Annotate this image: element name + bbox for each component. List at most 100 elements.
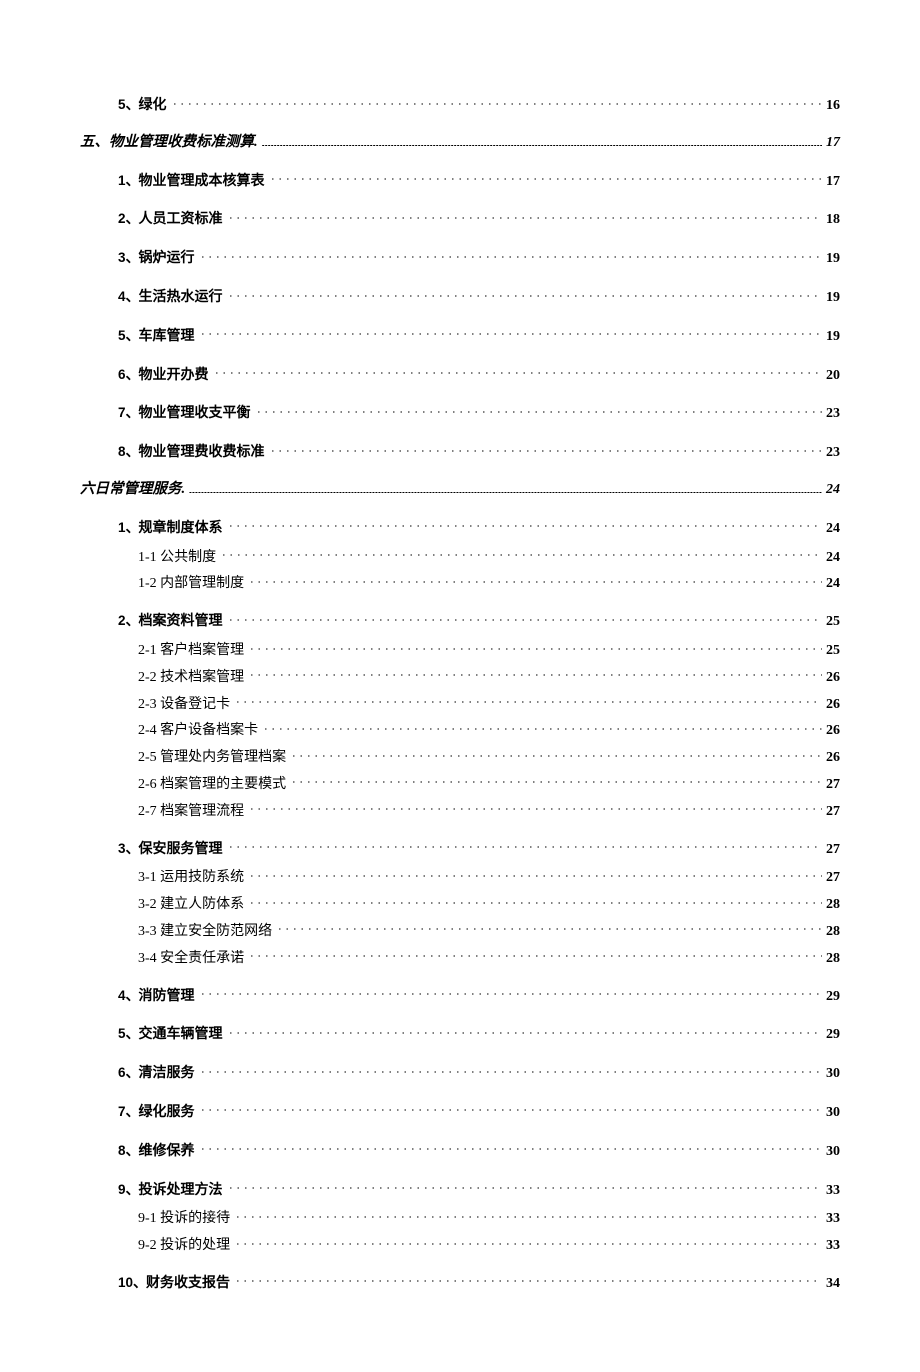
toc-leader [290,747,822,761]
toc-sub-group: 1-1 公共制度24 1-2 内部管理制度24 [138,547,840,594]
toc-sub-item: 2-5 管理处内务管理档案26 [138,747,840,767]
toc-item: 7、绿化服务30 [118,1102,840,1122]
toc-leader [199,1063,822,1077]
toc-sub-item: 9-1 投诉的接待33 [138,1208,840,1228]
toc-entry-label: 4、生活热水运行 [118,289,223,307]
toc-leader [248,894,822,908]
toc-entry-label: 10、财务收支报告 [118,1275,230,1293]
toc-leader [171,95,822,109]
toc-page: 5、绿化16五、物业管理收费标准测算.171、物业管理成本核算表172、人员工资… [0,0,920,1372]
toc-leader [248,948,822,962]
toc-leader [248,667,822,681]
toc-item: 6、物业开办费20 [118,365,840,385]
toc-entry-label: 五、物业管理收费标准测算. [80,134,258,151]
toc-page-number: 17 [826,135,840,152]
toc-leader [269,442,822,456]
toc-entry-label: 2-4 客户设备档案卡 [138,723,258,740]
toc-page-number: 28 [826,924,840,941]
toc-page-number: 30 [826,1105,840,1122]
toc-page-number: 26 [826,723,840,740]
toc-sub-item: 1-1 公共制度24 [138,547,840,567]
toc-entry-label: 3-4 安全责任承诺 [138,951,244,968]
toc-page-number: 27 [826,804,840,821]
toc-leader [262,145,822,146]
toc-leader [227,1024,822,1038]
toc-entry-label: 9-2 投诉的处理 [138,1238,230,1255]
toc-entry-label: 1、规章制度体系 [118,520,223,538]
toc-section-heading: 五、物业管理收费标准测算. 17 [80,134,840,152]
toc-leader [290,774,822,788]
toc-leader [269,171,822,185]
toc-entry-label: 2、档案资料管理 [118,613,223,631]
toc-entry-label: 2-7 档案管理流程 [138,804,244,821]
toc-sub-item: 2-3 设备登记卡26 [138,694,840,714]
toc-leader [276,921,822,935]
toc-entry-label: 2-1 客户档案管理 [138,643,244,660]
toc-page-number: 27 [826,870,840,887]
toc-sub-item: 1-2 内部管理制度24 [138,573,840,593]
toc-entry-label: 9、投诉处理方法 [118,1182,223,1200]
toc-entry-label: 3、保安服务管理 [118,841,223,859]
toc-page-number: 30 [826,1066,840,1083]
toc-item: 4、生活热水运行19 [118,287,840,307]
toc-leader [199,248,822,262]
toc-sub-item: 2-1 客户档案管理25 [138,640,840,660]
toc-sub-item: 2-4 客户设备档案卡 26 [138,720,840,740]
toc-page-number: 30 [826,1144,840,1161]
toc-entry-label: 3-2 建立人防体系 [138,897,244,914]
toc-leader [220,547,822,561]
toc-sub-item: 3-4 安全责任承诺 28 [138,948,840,968]
toc-leader [234,1273,822,1287]
toc-entry-label: 8、维修保养 [118,1143,195,1161]
toc-entry-label: 2-2 技术档案管理 [138,670,244,687]
toc-leader [248,801,822,815]
toc-entry-label: 7、物业管理收支平衡 [118,405,251,423]
toc-sub-group: 2-1 客户档案管理25 2-2 技术档案管理 26 2-3 设备登记卡26 2-4 客… [138,640,840,821]
toc-page-number: 24 [826,550,840,567]
toc-leader [189,492,822,493]
toc-page-number: 23 [826,406,840,423]
toc-sub-item: 3-2 建立人防体系28 [138,894,840,914]
toc-page-number: 28 [826,951,840,968]
toc-entry-label: 5、交通车辆管理 [118,1026,223,1044]
toc-item: 3、锅炉运行19 [118,248,840,268]
toc-item: 8、物业管理费收费标准23 [118,442,840,462]
toc-entry-label: 六日常管理服务. [80,481,185,498]
toc-sub-item: 2-6 档案管理的主要模式 27 [138,774,840,794]
toc-page-number: 29 [826,989,840,1006]
toc-page-number: 27 [826,777,840,794]
toc-item: 9、投诉处理方法 33 [118,1180,840,1200]
toc-item: 4、消防管理 29 [118,986,840,1006]
toc-item: 1、规章制度体系24 [118,518,840,538]
toc-entry-label: 2-6 档案管理的主要模式 [138,777,286,794]
toc-page-number: 34 [826,1276,840,1293]
toc-item: 2、档案资料管理 25 [118,611,840,631]
toc-page-number: 33 [826,1183,840,1200]
toc-page-number: 27 [826,842,840,859]
toc-leader [255,403,822,417]
toc-item: 5、车库管理19 [118,326,840,346]
toc-page-number: 33 [826,1238,840,1255]
toc-page-number: 16 [826,98,840,115]
toc-sub-item: 3-1 运用技防系统27 [138,867,840,887]
toc-item: 5、交通车辆管理29 [118,1024,840,1044]
toc-sub-group: 9-1 投诉的接待33 9-2 投诉的处理 33 [138,1208,840,1255]
toc-page-number: 24 [826,576,840,593]
toc-entry-label: 1、物业管理成本核算表 [118,173,265,191]
toc-entry-label: 3、锅炉运行 [118,250,195,268]
toc-item: 8、维修保养 30 [118,1141,840,1161]
toc-entry-label: 5、车库管理 [118,328,195,346]
toc-page-number: 26 [826,750,840,767]
toc-entry-label: 3-3 建立安全防范网络 [138,924,272,941]
toc-sub-group: 3-1 运用技防系统273-2 建立人防体系283-3 建立安全防范网络283-… [138,867,840,967]
toc-entry-label: 6、清洁服务 [118,1065,195,1083]
toc-leader [227,839,822,853]
toc-sub-item: 2-7 档案管理流程 27 [138,801,840,821]
toc-leader [199,1141,822,1155]
toc-entry-label: 4、消防管理 [118,988,195,1006]
toc-item: 6、清洁服务 30 [118,1063,840,1083]
toc-leader [248,573,822,587]
toc-page-number: 25 [826,614,840,631]
toc-leader [199,1102,822,1116]
toc-item: 5、绿化16 [118,95,840,115]
